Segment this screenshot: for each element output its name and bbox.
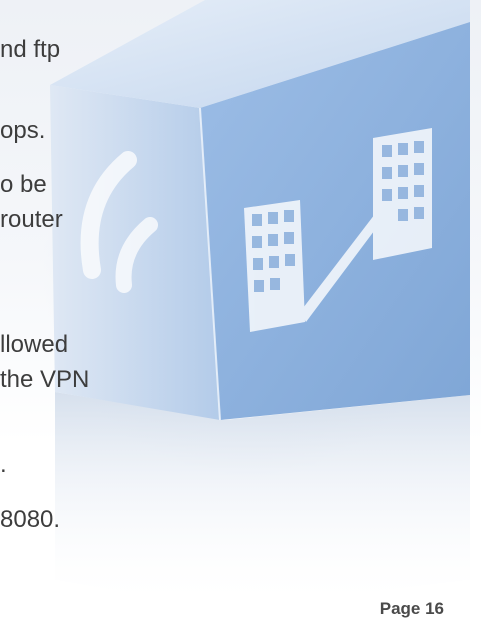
cube-reflection bbox=[55, 392, 470, 610]
body-text-line-3: o be bbox=[0, 171, 47, 198]
body-text-line-5: llowed bbox=[0, 331, 69, 358]
body-text-line-1: nd ftp bbox=[0, 36, 61, 63]
slide: nd ftp ops. o be router llowed the VPN .… bbox=[0, 0, 481, 633]
body-text-line-8: 8080. bbox=[0, 506, 61, 533]
page-number: Page 16 bbox=[379, 599, 444, 618]
cube-graphic bbox=[50, 0, 470, 610]
body-text-line-4: router bbox=[0, 206, 63, 233]
body-text-line-2: ops. bbox=[0, 117, 46, 144]
body-text-line-6: the VPN bbox=[0, 366, 90, 393]
body-text-line-7: . bbox=[0, 451, 7, 478]
